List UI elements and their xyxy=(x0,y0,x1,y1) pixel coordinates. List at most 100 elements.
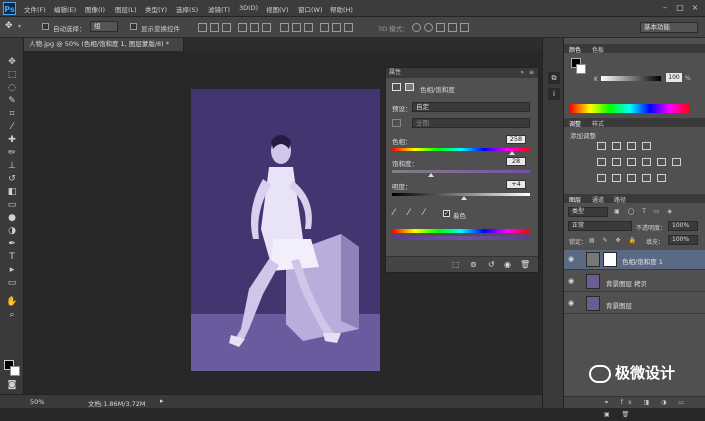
menu-3d[interactable]: 3D(D) xyxy=(239,4,258,12)
hue-slider-thumb[interactable] xyxy=(509,151,516,155)
channel-dropdown[interactable]: 全图 xyxy=(412,118,530,128)
fill-input[interactable]: 100% xyxy=(668,235,698,245)
document-image[interactable] xyxy=(191,89,380,371)
auto-select-dropdown[interactable]: 组 xyxy=(90,21,118,32)
eyedropper-add-icon[interactable]: ⁄ xyxy=(408,208,410,218)
lasso-tool-icon[interactable]: ◌ xyxy=(5,82,19,94)
photo-filter-icon[interactable] xyxy=(657,158,666,166)
clip-to-layer-icon[interactable]: ⬚ xyxy=(452,260,460,269)
threshold-icon[interactable] xyxy=(627,174,636,182)
levels-icon[interactable] xyxy=(612,142,621,150)
distribute-top-icon[interactable] xyxy=(280,23,289,32)
path-select-tool-icon[interactable]: ▸ xyxy=(5,264,19,276)
layer-name[interactable]: 色相/饱和度 1 xyxy=(622,256,663,266)
k-slider[interactable] xyxy=(601,76,661,81)
tab-color[interactable]: 颜色 xyxy=(569,45,581,54)
preset-dropdown[interactable]: 自定 xyxy=(412,102,530,112)
visibility-icon[interactable]: ◉ xyxy=(504,260,511,269)
close-icon[interactable]: × xyxy=(690,3,700,13)
lock-icons[interactable]: ▤ ✎ ✥ 🔒 xyxy=(589,237,639,244)
dodge-tool-icon[interactable]: ◑ xyxy=(5,225,19,237)
menu-type[interactable]: 类型(Y) xyxy=(145,4,167,14)
view-previous-icon[interactable]: ⊚ xyxy=(470,260,477,269)
saturation-input[interactable]: 28 xyxy=(506,157,526,166)
align-top-icon[interactable] xyxy=(198,23,207,32)
quick-select-tool-icon[interactable]: ✎ xyxy=(5,95,19,107)
posterize-icon[interactable] xyxy=(612,174,621,182)
properties-header[interactable]: 属性 » ≡ xyxy=(386,68,538,78)
move-tool-icon[interactable]: ✥ xyxy=(5,21,13,31)
saturation-slider-track[interactable] xyxy=(392,170,530,173)
pen-tool-icon[interactable]: ✒ xyxy=(5,238,19,250)
info-icon[interactable]: i xyxy=(548,88,560,100)
zoom-level[interactable]: 50% xyxy=(30,398,44,406)
background-color-swatch[interactable] xyxy=(10,366,20,376)
vibrance-icon[interactable] xyxy=(597,158,606,166)
tab-styles[interactable]: 样式 xyxy=(592,119,604,128)
brush-tool-icon[interactable]: ✏ xyxy=(5,147,19,159)
align-vcenter-icon[interactable] xyxy=(210,23,219,32)
marquee-tool-icon[interactable]: ⬚ xyxy=(5,69,19,81)
bg-color-swatch[interactable] xyxy=(576,64,586,74)
channel-mixer-icon[interactable] xyxy=(672,158,681,166)
show-transform-checkbox[interactable] xyxy=(130,23,137,30)
auto-select-checkbox[interactable] xyxy=(42,23,49,30)
minimize-icon[interactable]: – xyxy=(660,3,670,13)
curves-icon[interactable] xyxy=(627,142,636,150)
gradient-tool-icon[interactable]: ▭ xyxy=(5,199,19,211)
menu-help[interactable]: 帮助(H) xyxy=(330,4,353,14)
distribute-left-icon[interactable] xyxy=(320,23,329,32)
menu-file[interactable]: 文件(F) xyxy=(24,4,46,14)
chevron-down-icon[interactable]: ▾ xyxy=(18,23,21,30)
shape-tool-icon[interactable]: ▭ xyxy=(5,277,19,289)
gradient-map-icon[interactable] xyxy=(642,174,651,182)
eyedropper-subtract-icon[interactable]: ⁄ xyxy=(423,208,425,218)
align-bottom-icon[interactable] xyxy=(222,23,231,32)
healing-brush-tool-icon[interactable]: ✚ xyxy=(5,134,19,146)
color-spectrum[interactable] xyxy=(570,104,690,113)
menu-filter[interactable]: 滤镜(T) xyxy=(208,4,230,14)
crop-tool-icon[interactable]: ⌗ xyxy=(5,108,19,120)
hand-adjust-icon[interactable] xyxy=(392,119,401,127)
blend-mode-dropdown[interactable]: 正常 xyxy=(568,221,632,231)
distribute-bottom-icon[interactable] xyxy=(304,23,313,32)
collapse-icon[interactable]: » xyxy=(520,68,524,78)
lightness-slider-thumb[interactable] xyxy=(460,196,467,200)
tab-paths[interactable]: 路径 xyxy=(614,195,626,204)
saturation-slider-thumb[interactable] xyxy=(427,173,434,177)
invert-icon[interactable] xyxy=(597,174,606,182)
move-tool-icon[interactable]: ✥ xyxy=(5,56,19,68)
menu-window[interactable]: 窗口(W) xyxy=(298,4,323,14)
distribute-hcenter-icon[interactable] xyxy=(332,23,341,32)
layer-filter-dropdown[interactable]: 类型 xyxy=(568,207,608,217)
align-hcenter-icon[interactable] xyxy=(250,23,259,32)
menu-view[interactable]: 视图(V) xyxy=(266,4,289,14)
zoom-tool-icon[interactable]: ⌕ xyxy=(5,309,19,321)
opacity-input[interactable]: 100% xyxy=(668,221,698,231)
menu-select[interactable]: 选择(S) xyxy=(176,4,198,14)
eye-icon[interactable]: ◉ xyxy=(568,300,577,307)
layers-footer-icons[interactable]: ⚭ fx ◨ ◑ ▭ ▣ 🗑 xyxy=(564,396,705,418)
eyedropper-icon[interactable]: ⁄ xyxy=(393,208,395,218)
layer-row[interactable]: ◉ 背景图层 xyxy=(564,294,705,314)
lightness-input[interactable]: +4 xyxy=(506,180,526,189)
k-value-input[interactable]: 100 xyxy=(666,73,682,82)
clone-stamp-tool-icon[interactable]: ⊥ xyxy=(5,160,19,172)
layer-row[interactable]: ◉ 色相/饱和度 1 xyxy=(564,250,705,270)
eyedropper-tool-icon[interactable]: ⁄ xyxy=(5,121,19,133)
colorize-checkbox[interactable]: ✓ xyxy=(443,210,450,217)
reset-icon[interactable]: ↺ xyxy=(488,260,495,269)
3d-slide-icon[interactable] xyxy=(448,23,457,32)
maximize-icon[interactable]: □ xyxy=(675,3,685,13)
layer-name[interactable]: 背景图层 拷贝 xyxy=(606,278,647,288)
history-icon[interactable]: ⧉ xyxy=(548,72,560,84)
type-tool-icon[interactable]: T xyxy=(5,251,19,263)
layer-filter-icons[interactable]: ▣ ◯ T ▭ ◈ xyxy=(614,208,684,216)
menu-image[interactable]: 图像(I) xyxy=(85,4,105,14)
brightness-icon[interactable] xyxy=(597,142,606,150)
align-left-icon[interactable] xyxy=(238,23,247,32)
eye-icon[interactable]: ◉ xyxy=(568,278,577,285)
tab-adjustments[interactable]: 调整 xyxy=(569,119,581,128)
hand-tool-icon[interactable]: ✋ xyxy=(5,296,19,308)
hue-saturation-icon[interactable] xyxy=(612,158,621,166)
